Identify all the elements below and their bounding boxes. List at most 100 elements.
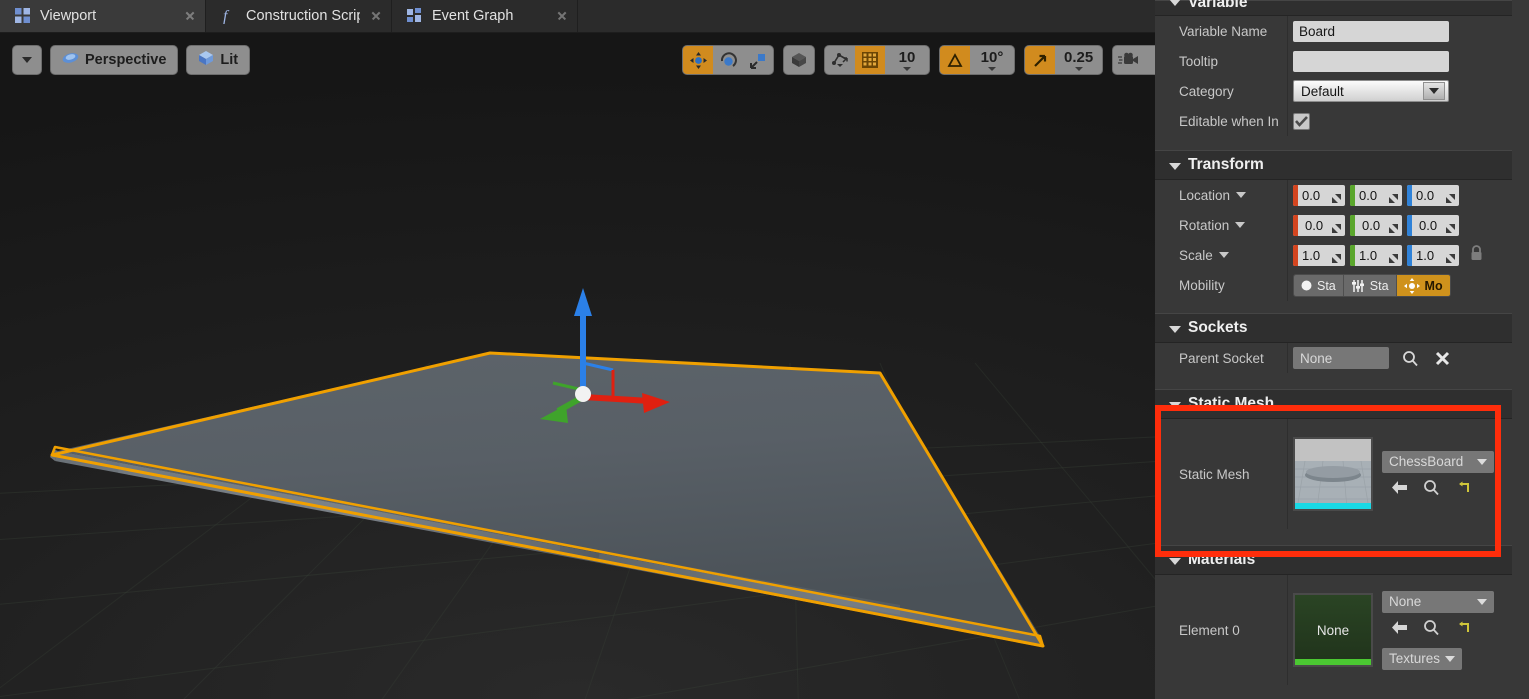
scale-y-field[interactable]: 1.0 — [1350, 244, 1402, 266]
perspective-icon — [62, 51, 79, 69]
chevron-down-icon — [1169, 162, 1181, 170]
chevron-down-icon[interactable] — [1236, 192, 1247, 198]
scale-tool[interactable] — [743, 46, 773, 74]
location-z-field[interactable]: 0.0 — [1407, 184, 1459, 206]
thumbnail-accent-bar — [1295, 659, 1371, 665]
section-header-transform[interactable]: Transform — [1155, 150, 1512, 180]
material-thumbnail[interactable]: None — [1293, 593, 1373, 667]
row-label: Parent Socket — [1179, 350, 1264, 366]
static-dot-icon — [1301, 280, 1312, 291]
row-label: Tooltip — [1179, 53, 1219, 69]
rotation-z-field[interactable]: 0.0 — [1407, 214, 1459, 236]
camera-speed-icon[interactable] — [1113, 46, 1145, 74]
category-dropdown[interactable]: Default — [1293, 80, 1449, 102]
location-x-field[interactable]: 0.0 — [1293, 184, 1345, 206]
surface-snap-icon[interactable] — [825, 46, 855, 74]
viewport-3d-scene[interactable] — [0, 33, 1155, 699]
world-space-cube-icon[interactable] — [784, 46, 814, 74]
location-y-field[interactable]: 0.0 — [1350, 184, 1402, 206]
material-thumbnail-label: None — [1316, 622, 1350, 638]
chevron-down-icon — [1074, 66, 1083, 71]
view-options-caret[interactable] — [12, 45, 42, 75]
grid-snap-value-label: 10 — [898, 48, 916, 66]
scale-x-field[interactable]: 1.0 — [1293, 244, 1345, 266]
tab-construction-script[interactable]: f Construction Scrip — [206, 0, 392, 32]
drag-handle-icon — [1332, 223, 1341, 233]
editor-tab-strip: Viewport f Construction Scrip Event Grap… — [0, 0, 1155, 33]
grid-snap-icon[interactable] — [855, 46, 885, 74]
drag-handle-icon — [1446, 253, 1455, 263]
editable-when-inherited-checkbox[interactable] — [1293, 112, 1310, 130]
row-static-mesh: Static Mesh ChessBoard — [1155, 419, 1512, 529]
reset-to-default-icon[interactable] — [1453, 618, 1474, 638]
select-move-tool[interactable] — [683, 46, 713, 74]
stationary-sliders-icon — [1351, 279, 1364, 292]
svg-text:f: f — [223, 8, 230, 24]
lighting-mode-button[interactable]: Lit — [186, 45, 251, 75]
use-selected-arrow-icon[interactable] — [1389, 478, 1410, 498]
row-tooltip: Tooltip — [1155, 46, 1512, 76]
scale-y-value: 1.0 — [1359, 247, 1378, 263]
rotation-y-field[interactable]: 0.0 — [1350, 214, 1402, 236]
grid-snap-value[interactable]: 10 — [885, 46, 929, 74]
parent-socket-value[interactable]: None — [1293, 347, 1389, 369]
transform-gizmo[interactable] — [0, 33, 1155, 699]
section-header-materials[interactable]: Materials — [1155, 545, 1512, 575]
chevron-down-icon — [1169, 325, 1181, 333]
chevron-down-icon — [988, 66, 996, 71]
chevron-down-icon — [1169, 557, 1181, 565]
coordinate-system-toggle[interactable] — [783, 45, 815, 75]
thumbnail-accent-bar — [1295, 503, 1371, 509]
angle-snap-icon[interactable] — [940, 46, 970, 74]
chevron-down-icon[interactable] — [1218, 252, 1229, 258]
chevron-down-icon — [1423, 82, 1445, 100]
tab-event-graph[interactable]: Event Graph — [392, 0, 578, 32]
section-header-sockets[interactable]: Sockets — [1155, 313, 1512, 343]
static-mesh-thumbnail[interactable] — [1293, 437, 1373, 511]
rotate-tool[interactable] — [713, 46, 743, 74]
lighting-mode-label: Lit — [220, 52, 239, 68]
section-header-variable[interactable]: Variable — [1155, 0, 1512, 16]
section-header-static-mesh[interactable]: Static Mesh — [1155, 389, 1512, 419]
mobility-stationary-label: Sta — [1369, 278, 1389, 293]
angle-snap-value[interactable]: 10° — [970, 46, 1014, 74]
close-icon[interactable] — [555, 9, 569, 23]
chevron-down-icon — [1477, 598, 1487, 605]
scale-z-field[interactable]: 1.0 — [1407, 244, 1459, 266]
static-mesh-asset-dropdown[interactable]: ChessBoard — [1382, 450, 1494, 473]
scale-snap-group: 0.25 — [1024, 45, 1104, 75]
viewport-toolbar-right: 10 10° 0.25 — [682, 45, 1191, 75]
mobility-static-button[interactable]: Sta — [1294, 275, 1344, 296]
tooltip-input[interactable] — [1293, 50, 1449, 72]
variable-name-input[interactable]: Board — [1293, 20, 1449, 42]
scale-snap-icon[interactable] — [1025, 46, 1055, 74]
viewport-grid-icon — [14, 7, 31, 24]
scale-z-value: 1.0 — [1416, 247, 1435, 263]
section-title: Static Mesh — [1188, 395, 1275, 412]
textures-dropdown[interactable]: Textures — [1382, 647, 1462, 670]
search-icon[interactable] — [1400, 348, 1421, 368]
scale-lock-icon[interactable] — [1469, 244, 1484, 266]
drag-handle-icon — [1446, 193, 1455, 203]
reset-to-default-icon[interactable] — [1453, 478, 1474, 498]
lit-cube-icon — [198, 50, 214, 70]
clear-x-icon[interactable] — [1432, 348, 1453, 368]
close-icon[interactable] — [369, 9, 383, 23]
viewport-toolbar-left: Perspective Lit — [12, 45, 251, 75]
camera-mode-button[interactable]: Perspective — [50, 45, 179, 75]
material-asset-dropdown[interactable]: None — [1382, 590, 1494, 613]
close-icon[interactable] — [183, 9, 197, 23]
use-selected-arrow-icon[interactable] — [1389, 618, 1410, 638]
browse-search-icon[interactable] — [1421, 618, 1442, 638]
rotation-x-field[interactable]: 0.0 — [1293, 214, 1345, 236]
row-mobility: Mobility Sta Sta Mo — [1155, 270, 1512, 301]
row-scale: Scale 1.0 1.0 1.0 — [1155, 240, 1512, 270]
scale-snap-value[interactable]: 0.25 — [1055, 46, 1102, 74]
tab-label: Event Graph — [432, 7, 514, 24]
chevron-down-icon[interactable] — [1235, 222, 1246, 228]
scale-snap-value-label: 0.25 — [1064, 48, 1094, 66]
mobility-movable-button[interactable]: Mo — [1396, 275, 1450, 296]
browse-search-icon[interactable] — [1421, 478, 1442, 498]
mobility-stationary-button[interactable]: Sta — [1343, 275, 1397, 296]
tab-viewport[interactable]: Viewport — [0, 0, 206, 32]
